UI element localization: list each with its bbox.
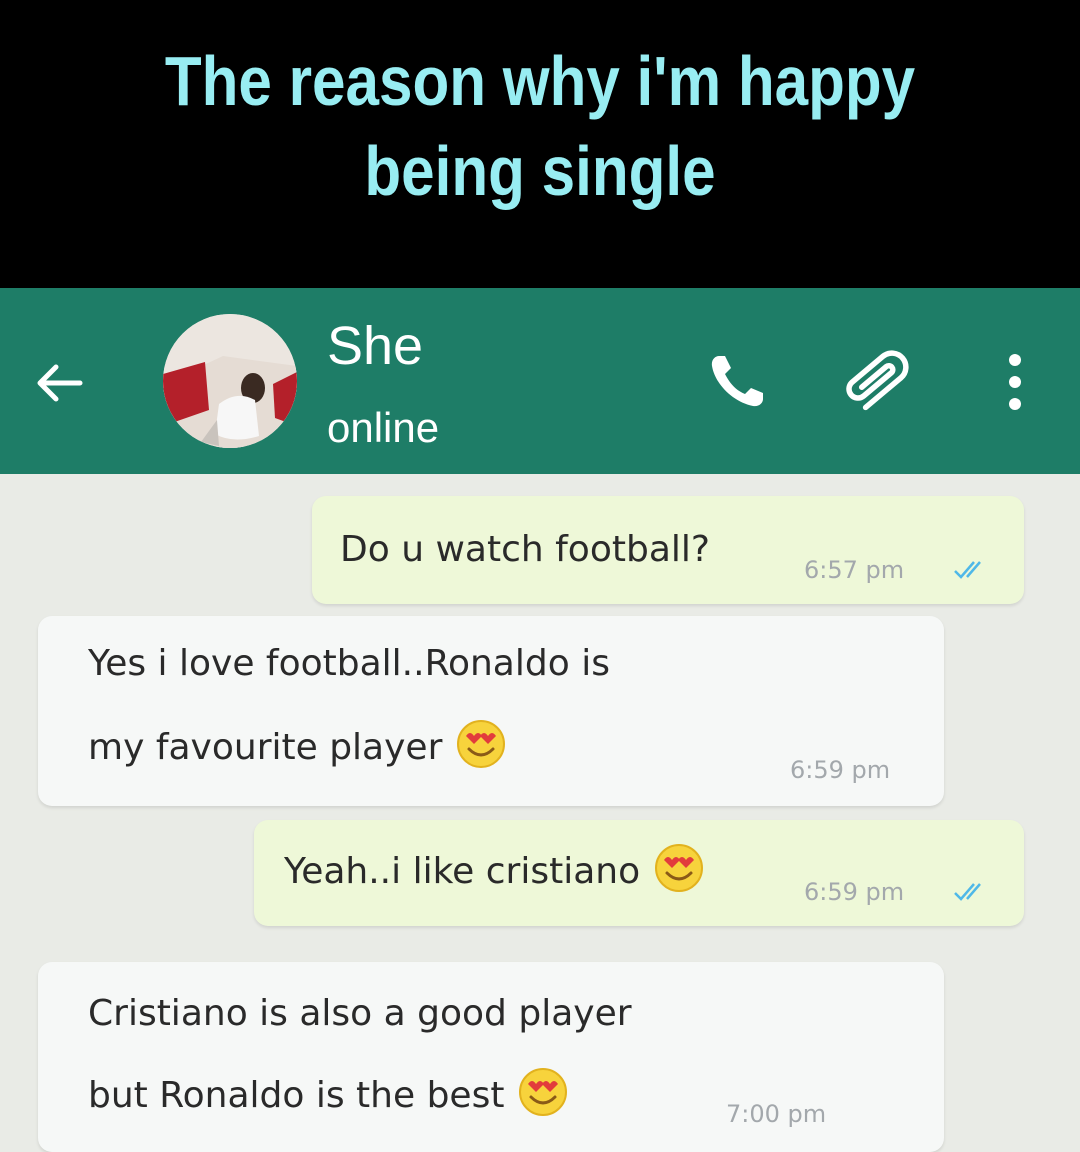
- message-text-line-2: but Ronaldo is the best: [88, 1075, 505, 1116]
- paperclip-icon[interactable]: [832, 344, 928, 418]
- heart-eyes-emoji: [456, 719, 506, 769]
- heart-eyes-emoji: [654, 843, 704, 893]
- message-bubble-incoming[interactable]: Cristiano is also a good player but Rona…: [38, 962, 944, 1152]
- message-bubble-incoming[interactable]: Yes i love football..Ronaldo is my favou…: [38, 616, 944, 806]
- avatar-image: [163, 314, 297, 448]
- message-time: 6:57 pm: [804, 556, 905, 584]
- heart-eyes-emoji: [518, 1067, 568, 1117]
- meme-caption: The reason why i'm happy being single: [0, 0, 1080, 288]
- message-text-line-2: my favourite player: [88, 727, 443, 768]
- message-text-line-1: Cristiano is also a good player: [88, 993, 632, 1034]
- message-time: 7:00 pm: [726, 1100, 827, 1128]
- contact-status: online: [327, 404, 440, 451]
- message-bubble-outgoing[interactable]: Do u watch football? 6:57 pm: [312, 496, 1024, 604]
- message-text-line-1: Yes i love football..Ronaldo is: [88, 643, 610, 684]
- message-bubble-outgoing[interactable]: Yeah..i like cristiano 6:59 pm: [254, 820, 1024, 926]
- chat-header: She online: [0, 288, 1080, 474]
- message-text: Do u watch football?: [340, 529, 710, 570]
- back-arrow-icon[interactable]: [30, 358, 90, 408]
- message-time: 6:59 pm: [790, 756, 891, 784]
- read-ticks-icon: [954, 561, 981, 579]
- read-ticks-icon: [954, 883, 981, 901]
- caption-line-2: being single: [364, 132, 716, 210]
- caption-line-1: The reason why i'm happy: [164, 42, 916, 120]
- contact-name[interactable]: She: [327, 314, 423, 378]
- more-vert-icon[interactable]: [998, 350, 1032, 414]
- chat-area[interactable]: Do u watch football? 6:57 pm Yes i love …: [0, 474, 1080, 1152]
- caption-text: The reason why i'm happy being single: [76, 36, 1005, 216]
- avatar[interactable]: [163, 314, 297, 448]
- message-time: 6:59 pm: [804, 878, 905, 906]
- message-text: Yeah..i like cristiano: [284, 851, 641, 892]
- phone-icon[interactable]: [705, 348, 785, 414]
